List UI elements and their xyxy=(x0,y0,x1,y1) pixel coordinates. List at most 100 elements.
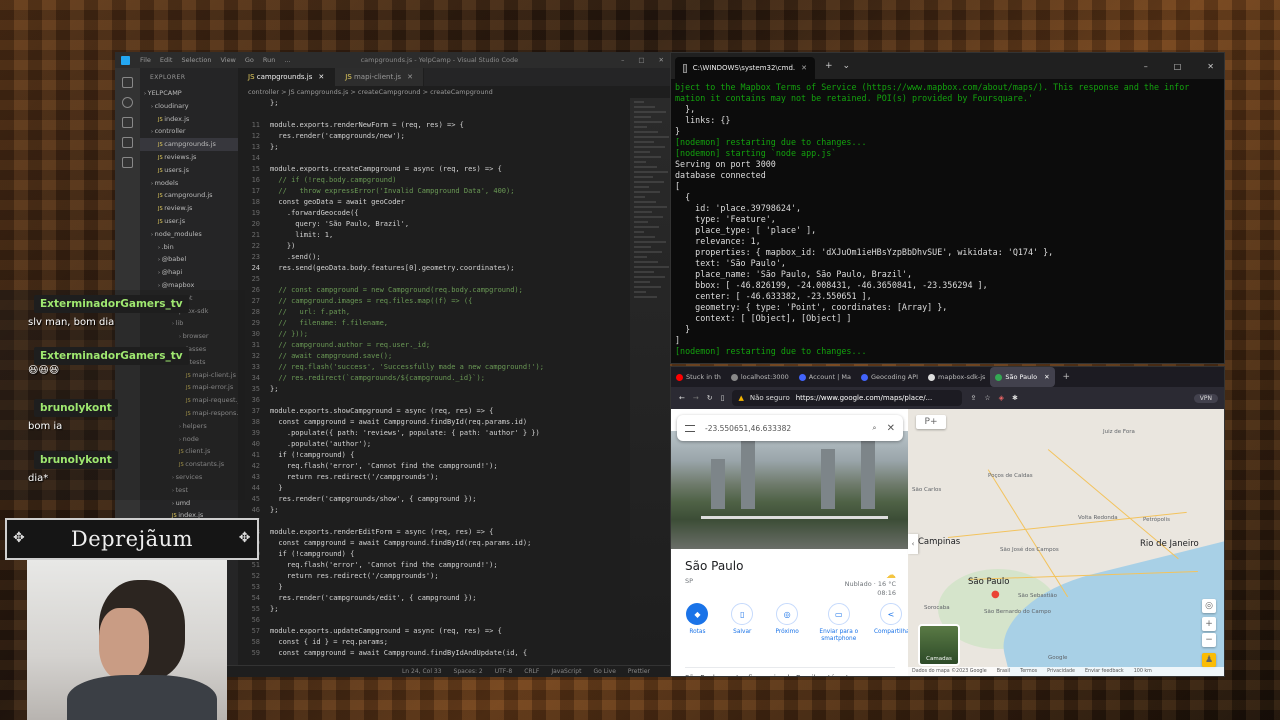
map-label[interactable]: Petrópolis xyxy=(1143,517,1170,523)
place-photo[interactable] xyxy=(671,429,908,549)
map-footer-link[interactable]: Enviar feedback xyxy=(1085,667,1124,676)
map-label[interactable]: Google xyxy=(1048,655,1067,661)
dropdown-icon[interactable]: ⌄ xyxy=(843,61,851,71)
minimize-icon[interactable]: – xyxy=(621,56,624,64)
map-footer-link[interactable]: 100 km xyxy=(1134,667,1152,676)
street-view-icon[interactable]: ♟ xyxy=(1202,653,1216,667)
zoom-in-button[interactable]: + xyxy=(1202,617,1216,631)
extensions-icon[interactable]: ✱ xyxy=(1012,394,1018,402)
file-tree-item[interactable]: JS index.js xyxy=(140,113,238,126)
minimap[interactable] xyxy=(630,98,670,665)
run-debug-icon[interactable] xyxy=(122,137,133,148)
editor-tab[interactable]: JS mapi-client.js ✕ xyxy=(335,68,424,86)
collapse-panel-icon[interactable]: ‹ xyxy=(908,534,918,554)
file-tree-item[interactable]: › @hapi xyxy=(140,266,238,279)
menu-icon[interactable] xyxy=(685,424,695,432)
back-icon[interactable]: ← xyxy=(679,394,685,402)
map-label[interactable]: Rio de Janeiro xyxy=(1140,539,1199,549)
map-label[interactable]: São Bernardo do Campo xyxy=(984,609,1051,615)
map-label[interactable]: Poços de Caldas xyxy=(988,473,1033,479)
map-label[interactable]: Sorocaba xyxy=(924,605,950,611)
file-tree-item[interactable]: › @babel xyxy=(140,253,238,266)
maximize-icon[interactable]: □ xyxy=(1174,62,1182,71)
menu-item[interactable]: Go xyxy=(245,56,254,64)
map-label[interactable]: São Paulo xyxy=(968,577,1009,587)
breadcrumb[interactable]: controller > JS campgrounds.js > createC… xyxy=(238,86,670,98)
close-icon[interactable]: ✕ xyxy=(659,56,664,64)
forward-icon[interactable]: → xyxy=(693,394,699,402)
menu-item[interactable]: Selection xyxy=(181,56,211,64)
share-icon[interactable]: ⇪ xyxy=(970,394,976,402)
maximize-icon[interactable]: □ xyxy=(638,56,644,64)
browser-tab[interactable]: São Paulo ✕ xyxy=(990,367,1055,387)
map-footer-link[interactable]: Privacidade xyxy=(1047,667,1075,676)
map-label[interactable]: São Sebastião xyxy=(1018,593,1057,599)
search-icon[interactable] xyxy=(122,97,133,108)
file-tree-item[interactable]: › models xyxy=(140,177,238,190)
map-label[interactable]: São Carlos xyxy=(912,487,941,493)
browser-tab[interactable]: mapbox-sdk-js xyxy=(923,367,990,387)
file-tree-item[interactable]: JS reviews.js xyxy=(140,151,238,164)
menu-item[interactable]: ... xyxy=(284,56,290,64)
browser-tab[interactable]: Stuck in th xyxy=(671,367,726,387)
map-footer-link[interactable]: Termos xyxy=(1020,667,1037,676)
map-label[interactable]: São José dos Campos xyxy=(1000,547,1059,553)
file-tree-item[interactable]: › cloudinary xyxy=(140,100,238,113)
map-label[interactable]: Campinas xyxy=(918,537,960,547)
status-item[interactable]: Ln 24, Col 33 xyxy=(402,666,442,677)
extensions-icon[interactable] xyxy=(122,157,133,168)
map-footer-link[interactable]: Dados do mapa ©2023 Google xyxy=(912,667,987,676)
file-tree-item[interactable]: JS campground.js xyxy=(140,189,238,202)
status-item[interactable]: Spaces: 2 xyxy=(454,666,483,677)
star-icon[interactable]: ☆ xyxy=(984,394,990,402)
map-footer-link[interactable]: Brasil xyxy=(997,667,1010,676)
new-tab-icon[interactable]: + xyxy=(1063,372,1071,382)
editor-tab[interactable]: JS campgrounds.js ✕ xyxy=(238,68,336,86)
map-label[interactable]: Volta Redonda xyxy=(1078,515,1118,521)
status-item[interactable]: Prettier xyxy=(628,666,650,677)
status-item[interactable]: CRLF xyxy=(524,666,539,677)
source-control-icon[interactable] xyxy=(122,117,133,128)
reload-icon[interactable]: ↻ xyxy=(707,394,713,402)
file-tree-item[interactable]: JS review.js xyxy=(140,202,238,215)
place-action-button[interactable]: ▭ Enviar para o smartphone xyxy=(816,603,862,643)
browser-tab[interactable]: Geocoding API xyxy=(856,367,923,387)
menu-item[interactable]: Run xyxy=(263,56,275,64)
file-tree-item[interactable]: JS user.js xyxy=(140,215,238,228)
file-tree-item[interactable]: › node_modules xyxy=(140,228,238,241)
place-pin-icon[interactable]: ● xyxy=(991,589,1000,600)
layers-button[interactable]: Camadas xyxy=(918,624,960,666)
status-item[interactable]: UTF-8 xyxy=(495,666,513,677)
close-tab-icon[interactable]: ✕ xyxy=(1044,373,1049,381)
zoom-out-button[interactable]: − xyxy=(1202,633,1216,647)
place-action-button[interactable]: ◆ Rotas xyxy=(681,603,714,643)
terminal-output[interactable]: bject to the Mapbox Terms of Service (ht… xyxy=(671,79,1224,360)
search-icon[interactable]: ⌕ xyxy=(872,423,876,433)
new-tab-icon[interactable]: + xyxy=(825,61,833,71)
location-icon[interactable]: ◎ xyxy=(1202,599,1216,613)
bookmark-icon[interactable]: ▯ xyxy=(721,394,725,402)
file-tree-item[interactable]: › controller xyxy=(140,125,238,138)
vpn-button[interactable]: VPN xyxy=(1193,393,1218,403)
browser-tab[interactable]: localhost:3000 xyxy=(726,367,794,387)
clear-search-icon[interactable]: ✕ xyxy=(887,423,895,434)
place-action-button[interactable]: < Compartilhar xyxy=(874,603,912,643)
terminal-tab[interactable]: C:\WINDOWS\system32\cmd. ✕ xyxy=(675,57,815,79)
code-editor[interactable]: }; 11 module.exports.renderNewForm = (req,… xyxy=(238,98,630,665)
file-tree-item[interactable]: JS campgrounds.js xyxy=(140,138,238,151)
menu-item[interactable]: Edit xyxy=(160,56,173,64)
map-mode-button[interactable]: P+ xyxy=(916,415,946,429)
map-search-box[interactable]: -23.550651,46.633382 ⌕ ✕ xyxy=(677,415,903,441)
menu-item[interactable]: File xyxy=(140,56,151,64)
place-action-button[interactable]: ▯ Salvar xyxy=(726,603,759,643)
shield-icon[interactable]: ◈ xyxy=(999,394,1004,402)
status-item[interactable]: Go Live xyxy=(593,666,615,677)
map-label[interactable]: Juiz de Fora xyxy=(1103,429,1135,435)
file-tree-item[interactable]: JS users.js xyxy=(140,164,238,177)
menu-item[interactable]: View xyxy=(220,56,235,64)
url-bar[interactable]: ▲ Não seguro https://www.google.com/maps… xyxy=(732,390,963,406)
close-tab-icon[interactable]: ✕ xyxy=(318,73,324,81)
minimize-icon[interactable]: – xyxy=(1144,62,1148,71)
browser-tab[interactable]: Account | Ma xyxy=(794,367,856,387)
files-icon[interactable] xyxy=(122,77,133,88)
